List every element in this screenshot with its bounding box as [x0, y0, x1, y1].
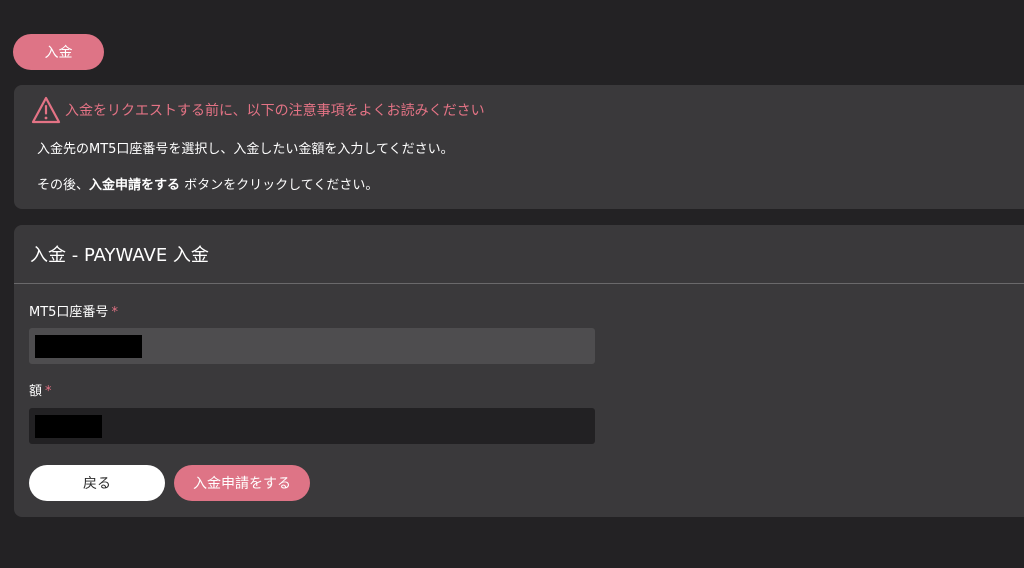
deposit-tab[interactable]: 入金: [13, 34, 104, 70]
notice-line2-bold: 入金申請をする: [89, 178, 181, 193]
notice-instruction-2: その後、入金申請をする ボタンをクリックしてください。: [37, 174, 378, 193]
form-divider: [14, 283, 1024, 284]
warning-triangle-icon: [31, 96, 61, 124]
back-button[interactable]: 戻る: [29, 465, 165, 501]
account-number-label: MT5口座番号 *: [29, 301, 118, 320]
account-number-label-text: MT5口座番号: [29, 305, 109, 320]
submit-deposit-button[interactable]: 入金申請をする: [174, 465, 310, 501]
required-mark: *: [45, 384, 52, 399]
amount-input[interactable]: [29, 408, 595, 444]
redacted-amount-value: [35, 415, 102, 438]
notice-instruction-1: 入金先のMT5口座番号を選択し、入金したい金額を入力してください。: [37, 142, 454, 157]
redacted-account-value: [35, 335, 142, 358]
notice-line2-suffix: ボタンをクリックしてください。: [180, 178, 379, 193]
page: 入金 入金をリクエストする前に、以下の注意事項をよくお読みください 入金先のMT…: [0, 0, 1024, 568]
amount-label-text: 額: [29, 384, 43, 399]
account-number-select[interactable]: [29, 328, 595, 364]
notice-title: 入金をリクエストする前に、以下の注意事項をよくお読みください: [65, 103, 485, 119]
notice-line2-prefix: その後、: [37, 178, 90, 193]
notice-panel: 入金をリクエストする前に、以下の注意事項をよくお読みください 入金先のMT5口座…: [14, 85, 1024, 209]
required-mark: *: [111, 305, 118, 320]
notice-header: 入金をリクエストする前に、以下の注意事項をよくお読みください: [31, 96, 485, 124]
amount-label: 額 *: [29, 380, 52, 399]
form-title: 入金 - PAYWAVE 入金: [30, 245, 209, 266]
deposit-form-card: 入金 - PAYWAVE 入金 MT5口座番号 * 額 * 戻る 入金申請をする: [14, 225, 1024, 517]
